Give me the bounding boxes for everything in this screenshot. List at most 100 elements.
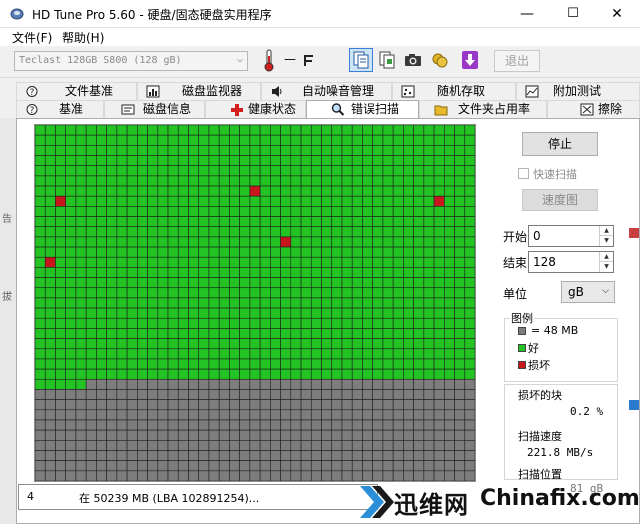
spin-down-icon[interactable]: ▼ xyxy=(599,236,613,246)
start-input[interactable]: 0 ▲ ▼ xyxy=(528,225,614,247)
spin-up-icon[interactable]: ▲ xyxy=(599,226,613,236)
scan-block-pending xyxy=(280,409,292,421)
scan-block-good xyxy=(464,185,475,197)
scan-block-good xyxy=(351,297,363,309)
scan-block-good xyxy=(249,165,261,177)
download-arrow-icon xyxy=(462,51,478,69)
scan-block-good xyxy=(270,206,281,217)
scan-block-good xyxy=(443,226,455,238)
scan-block-good xyxy=(188,185,200,197)
scan-block-good xyxy=(270,307,281,319)
scan-block-good xyxy=(157,297,169,309)
scan-block-good xyxy=(300,175,312,187)
scan-block-good xyxy=(85,338,97,350)
scan-block-pending xyxy=(392,440,404,451)
tab-error-scan[interactable]: 错误扫描 xyxy=(306,100,419,118)
scan-block-good xyxy=(341,267,353,278)
save-button[interactable] xyxy=(458,48,482,72)
scan-block-good xyxy=(392,307,404,319)
scan-block-pending xyxy=(443,450,455,461)
spin-down-icon[interactable]: ▼ xyxy=(599,262,613,272)
close-button[interactable]: ✕ xyxy=(594,0,640,28)
tab-label: 文件基准 xyxy=(65,84,114,98)
scan-block-good xyxy=(382,256,394,268)
scan-block-good xyxy=(423,358,435,370)
tab-random-access[interactable]: 随机存取 xyxy=(392,82,516,100)
scan-block-good xyxy=(65,358,77,370)
scan-block-good xyxy=(116,368,128,380)
tab-extra-tests[interactable]: 附加测试 xyxy=(516,82,640,100)
minimize-button[interactable]: — xyxy=(504,0,550,28)
options-button[interactable] xyxy=(428,48,452,72)
scan-block-good xyxy=(290,338,302,350)
scan-block-good xyxy=(137,348,148,360)
copy-all-button[interactable] xyxy=(375,48,399,72)
unit-select[interactable]: gB ⌵ xyxy=(561,281,615,303)
scan-block-good xyxy=(341,155,353,166)
scan-block-pending xyxy=(147,389,159,400)
copy-info-button[interactable] xyxy=(349,48,373,72)
quick-scan-checkbox[interactable] xyxy=(518,168,529,179)
scan-block-pending xyxy=(454,378,466,390)
scan-block-good xyxy=(351,125,363,136)
scan-block-good xyxy=(331,358,343,370)
scan-block-good xyxy=(177,287,189,299)
scan-block-good xyxy=(177,125,189,136)
end-input[interactable]: 128 ▲ ▼ xyxy=(528,251,614,273)
scan-block-good xyxy=(147,358,159,370)
menu-file[interactable]: 文件(F) xyxy=(12,29,52,46)
scan-block-good xyxy=(55,125,66,136)
scan-block-good xyxy=(229,338,240,350)
unit-label: 单位 xyxy=(503,287,528,301)
scan-block-pending xyxy=(188,460,200,472)
scan-block-pending xyxy=(341,419,353,431)
scan-block-good xyxy=(208,277,220,289)
scan-block-pending xyxy=(259,419,271,431)
scan-block-good xyxy=(157,287,169,299)
tab-health[interactable]: 健康状态 xyxy=(205,100,306,118)
scan-block-pending xyxy=(147,399,159,411)
scan-block-good xyxy=(280,256,292,268)
scan-block-good xyxy=(177,165,189,177)
spin-up-icon[interactable]: ▲ xyxy=(599,252,613,262)
scan-block-good xyxy=(96,277,107,289)
tab-folder-usage[interactable]: 文件夹占用率 xyxy=(419,100,547,118)
chevron-down-icon: ⌵ xyxy=(602,286,609,296)
scan-block-pending xyxy=(259,409,271,421)
speed-map-button[interactable]: 速度图 xyxy=(522,189,598,211)
scan-block-pending xyxy=(106,460,118,472)
scan-block-good xyxy=(423,216,435,228)
scan-block-good xyxy=(270,125,281,136)
scan-block-pending xyxy=(362,450,373,461)
stop-button[interactable]: 停止 xyxy=(522,132,598,156)
scan-block-good xyxy=(126,165,138,177)
scan-block-good xyxy=(75,145,87,156)
scan-block-good xyxy=(341,185,353,197)
scan-block-good xyxy=(188,246,200,258)
tab-noise-management[interactable]: 自动噪音管理 xyxy=(261,82,392,100)
tab-file-benchmark[interactable]: ? 文件基准 xyxy=(16,82,137,100)
scan-block-pending xyxy=(351,378,363,390)
maximize-button[interactable]: ☐ xyxy=(550,0,596,28)
drive-select[interactable]: Teclast 128GB S800 (128 gB) ⌵ xyxy=(14,51,248,71)
scan-block-pending xyxy=(280,470,292,481)
scan-block-pending xyxy=(167,440,179,451)
tab-erase[interactable]: 擦除 xyxy=(547,100,640,118)
scan-block-pending xyxy=(280,440,292,451)
scan-block-good xyxy=(403,256,414,268)
tab-benchmark[interactable]: ? 基准 xyxy=(16,100,104,118)
scan-block-pending xyxy=(218,440,230,451)
scan-block-pending xyxy=(65,399,77,411)
scan-block-good xyxy=(167,267,179,278)
scan-block-pending xyxy=(259,460,271,472)
exit-button[interactable]: 退出 xyxy=(494,50,540,72)
scan-block-good xyxy=(106,165,118,177)
screenshot-button[interactable] xyxy=(401,48,425,72)
tab-disk-info[interactable]: 磁盘信息 xyxy=(104,100,205,118)
scan-block-good xyxy=(270,287,281,299)
scan-block-pending xyxy=(239,450,251,461)
tab-disk-monitor[interactable]: 磁盘监视器 xyxy=(137,82,261,100)
scan-block-good xyxy=(106,348,118,360)
scan-block-good xyxy=(44,175,56,187)
menu-help[interactable]: 帮助(H) xyxy=(62,29,104,46)
